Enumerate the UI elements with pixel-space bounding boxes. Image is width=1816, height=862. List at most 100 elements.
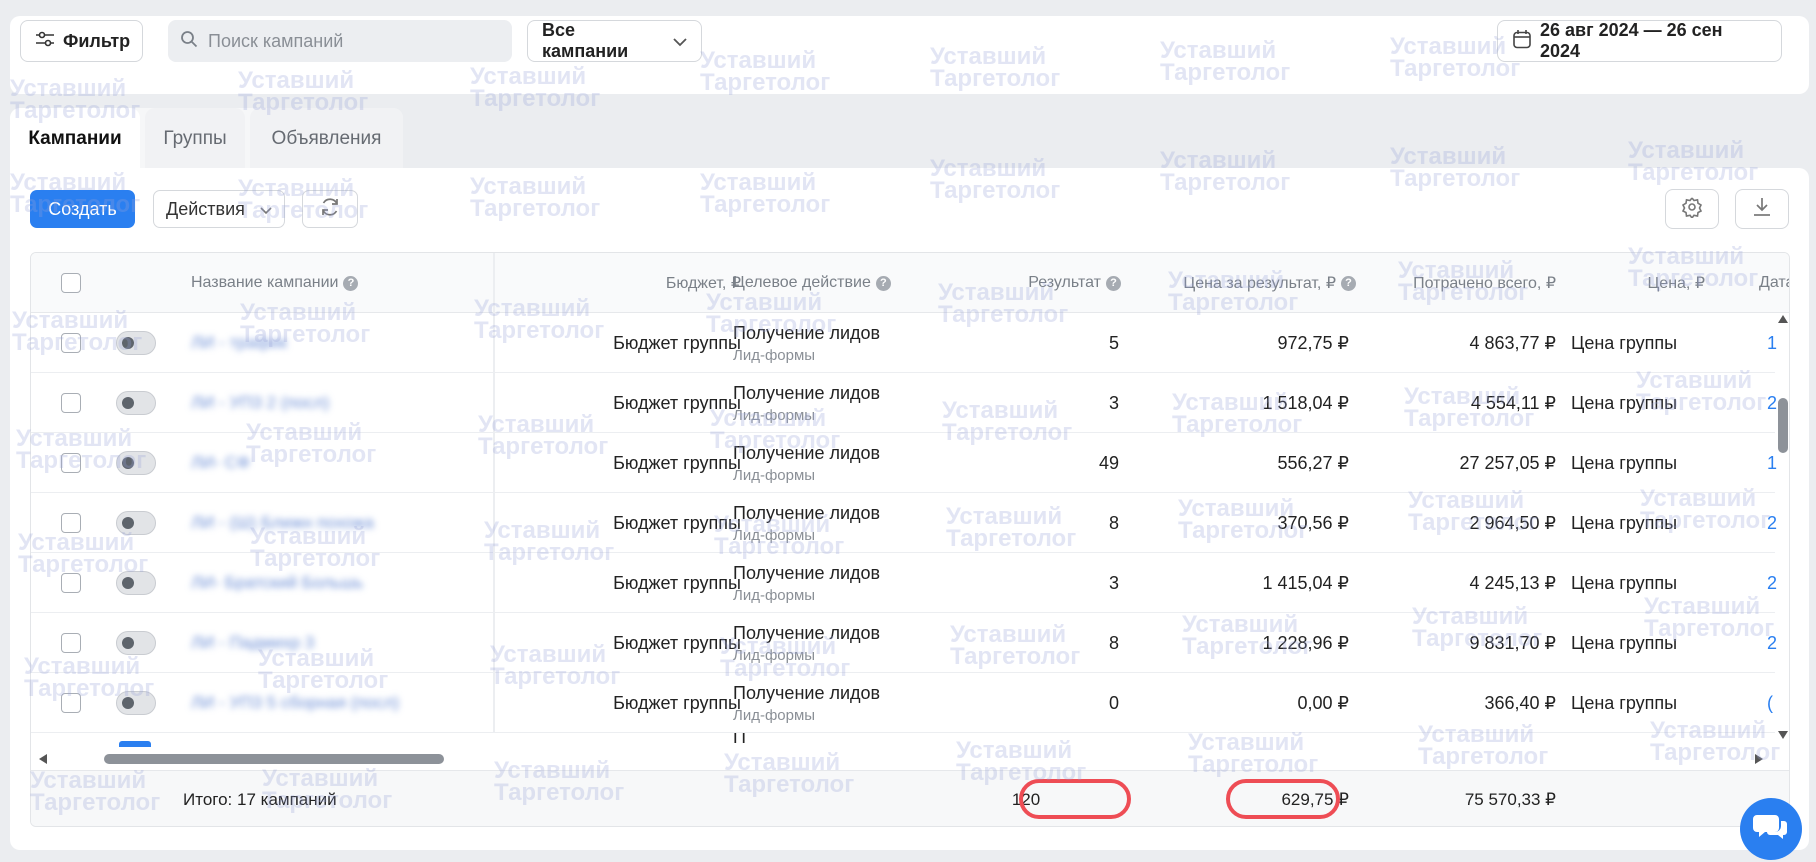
- select-all-cell[interactable]: [61, 253, 81, 313]
- select-all-checkbox[interactable]: [61, 273, 81, 293]
- price-cell: Цена группы: [1571, 632, 1678, 653]
- target-action-cell: Получение лидов Лид-формы: [733, 613, 880, 673]
- date-range-picker[interactable]: 26 авг 2024 — 26 сен 2024: [1497, 20, 1782, 62]
- help-icon[interactable]: ?: [1341, 275, 1356, 291]
- header-result[interactable]: Результат ?: [951, 253, 1121, 313]
- highlight-result-circle: [1019, 779, 1131, 819]
- campaign-toggle[interactable]: [116, 511, 156, 535]
- search-box[interactable]: [168, 20, 512, 62]
- table-row[interactable]: ЛИ - Падмихр 3 Бюджет группы Получение лид…: [31, 613, 1777, 673]
- row-checkbox[interactable]: [61, 453, 81, 473]
- campaign-toggle[interactable]: [116, 451, 156, 475]
- vertical-scrollbar[interactable]: [1775, 313, 1789, 743]
- campaign-name[interactable]: ЛИ - Падмихр 3: [191, 613, 314, 673]
- tab-groups[interactable]: Группы: [145, 108, 245, 170]
- campaign-scope-select[interactable]: Все кампании: [527, 20, 702, 62]
- campaign-name[interactable]: ЛИ - УП3 5 сборная (посл): [191, 673, 399, 733]
- row-toggle-cell[interactable]: [116, 673, 156, 733]
- header-name[interactable]: Название кампании ?: [191, 253, 359, 313]
- cost-per-result-cell: 972,75 ₽: [1277, 332, 1349, 353]
- campaign-toggle[interactable]: [116, 571, 156, 595]
- header-cost-per-result[interactable]: Цена за результат, ₽ ?: [1151, 253, 1356, 313]
- horizontal-scroll-thumb[interactable]: [104, 754, 444, 764]
- result-cell: 49: [1098, 452, 1119, 473]
- tab-campaigns[interactable]: Кампании: [10, 108, 140, 170]
- scroll-up-icon[interactable]: [1778, 315, 1788, 323]
- header-price[interactable]: Цена, ₽: [1591, 253, 1705, 313]
- calendar-icon: [1512, 29, 1532, 54]
- scroll-right-icon[interactable]: [1755, 754, 1763, 764]
- tab-ads[interactable]: Объявления: [250, 108, 403, 170]
- table-row[interactable]: ЛИ - УП3 2 (посл) Бюджет группы Получение …: [31, 373, 1777, 433]
- row-checkbox[interactable]: [61, 333, 81, 353]
- toggle-on-partial[interactable]: [119, 741, 151, 747]
- create-button[interactable]: Создать: [30, 190, 135, 228]
- campaign-toggle[interactable]: [116, 631, 156, 655]
- header-budget-label: Бюджет, ₽: [665, 275, 741, 292]
- row-select-cell[interactable]: [61, 313, 81, 373]
- row-select-cell[interactable]: [61, 673, 81, 733]
- row-toggle-cell[interactable]: [116, 313, 156, 373]
- refresh-button[interactable]: [302, 190, 358, 228]
- row-checkbox[interactable]: [61, 573, 81, 593]
- table-row[interactable]: ЛИ - (Ш) Ближн похожа Бюджет группы Получе…: [31, 493, 1777, 553]
- row-checkbox[interactable]: [61, 513, 81, 533]
- result-cell: 8: [1108, 512, 1119, 533]
- target-action-cell: Получение лидов Лид-формы: [733, 493, 880, 553]
- vertical-scroll-thumb[interactable]: [1778, 398, 1788, 453]
- campaign-toggle[interactable]: [116, 691, 156, 715]
- filter-sliders-icon: [35, 30, 55, 53]
- target-action: Получение лидов: [733, 622, 881, 643]
- scroll-left-icon[interactable]: [39, 754, 47, 764]
- campaign-name[interactable]: ЛИ - УП3 2 (посл): [191, 373, 329, 433]
- search-input[interactable]: [208, 30, 488, 52]
- header-spent[interactable]: Потрачено всего, ₽: [1361, 253, 1556, 313]
- scroll-down-icon[interactable]: [1778, 731, 1788, 739]
- help-icon[interactable]: ?: [875, 275, 891, 291]
- row-toggle-cell[interactable]: [116, 613, 156, 673]
- actions-label: Действия: [166, 198, 245, 219]
- row-checkbox[interactable]: [61, 633, 81, 653]
- campaign-toggle[interactable]: [116, 331, 156, 355]
- row-toggle-cell[interactable]: [116, 433, 156, 493]
- highlight-cpr-circle: [1226, 779, 1340, 819]
- row-select-cell[interactable]: [61, 553, 81, 613]
- header-target-label: Целевое действие: [733, 274, 871, 291]
- row-toggle-cell[interactable]: [116, 373, 156, 433]
- campaign-name[interactable]: ЛИ - (Ш) Ближн похожа: [191, 493, 374, 553]
- help-icon[interactable]: ?: [1106, 275, 1121, 291]
- row-select-cell[interactable]: [61, 433, 81, 493]
- header-target-action[interactable]: Целевое действие ?: [733, 253, 891, 313]
- row-toggle-cell[interactable]: [116, 493, 156, 553]
- row-select-cell[interactable]: [61, 613, 81, 673]
- row-checkbox[interactable]: [61, 693, 81, 713]
- spent-cell: 366,40 ₽: [1484, 692, 1556, 713]
- row-select-cell[interactable]: [61, 373, 81, 433]
- download-button[interactable]: [1735, 189, 1789, 229]
- table-settings-button[interactable]: [1665, 189, 1719, 229]
- campaign-name[interactable]: ЛИ - трафик: [191, 313, 287, 373]
- row-select-cell[interactable]: [61, 493, 81, 553]
- actions-dropdown[interactable]: Действия: [153, 190, 285, 228]
- cost-per-result-cell: 556,27 ₽: [1277, 452, 1349, 473]
- header-date[interactable]: Дата: [1759, 253, 1789, 313]
- header-budget[interactable]: Бюджет, ₽: [519, 253, 741, 313]
- table-row[interactable]: ЛИ - УП3 5 сборная (посл) Бюджет группы По…: [31, 673, 1775, 733]
- horizontal-scrollbar[interactable]: [31, 748, 1775, 770]
- search-icon: [180, 30, 198, 53]
- row-toggle-cell[interactable]: [116, 553, 156, 613]
- table-row[interactable]: ЛИ- СФ Бюджет группы Получение лидов Лид-фо…: [31, 433, 1777, 493]
- help-icon[interactable]: ?: [343, 275, 359, 291]
- table-row[interactable]: ЛИ- Братский Большь Бюджет группы Получени…: [31, 553, 1777, 613]
- spent-cell: 4 554,11 ₽: [1470, 392, 1556, 413]
- campaign-name[interactable]: ЛИ- СФ: [191, 433, 250, 493]
- table-row[interactable]: ЛИ - трафик Бюджет группы Получение лидов Л…: [31, 313, 1777, 373]
- date-cell[interactable]: (: [1767, 673, 1773, 733]
- filter-button[interactable]: Фильтр: [20, 20, 143, 62]
- campaign-name[interactable]: ЛИ- Братский Большь: [191, 553, 363, 613]
- chat-button[interactable]: [1740, 798, 1802, 860]
- row-checkbox[interactable]: [61, 393, 81, 413]
- campaign-toggle[interactable]: [116, 391, 156, 415]
- refresh-icon: [319, 196, 341, 223]
- header-result-label: Результат: [1028, 274, 1101, 291]
